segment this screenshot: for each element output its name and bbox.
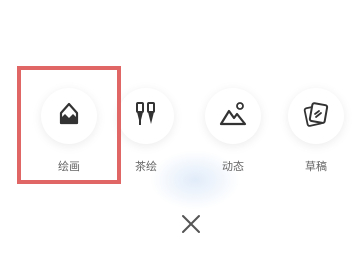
- drafts-icon-circle[interactable]: [288, 88, 344, 144]
- close-icon: [181, 214, 201, 238]
- drafts-button[interactable]: 草稿: [286, 88, 346, 174]
- post-label: 动态: [222, 160, 244, 173]
- close-button[interactable]: [179, 214, 203, 238]
- create-post-button[interactable]: 动态: [203, 88, 263, 174]
- draft-cards-icon: [302, 100, 330, 132]
- create-menu-sheet: 绘画 茶绘 动态 草稿: [0, 0, 364, 254]
- mountain-sun-icon: [219, 101, 247, 131]
- brushes-icon: [133, 100, 159, 132]
- post-icon-circle[interactable]: [205, 88, 261, 144]
- tea-painting-label: 茶绘: [135, 160, 157, 173]
- selection-highlight: [17, 66, 121, 184]
- tea-painting-icon-circle[interactable]: [118, 88, 174, 144]
- drafts-label: 草稿: [305, 160, 327, 173]
- create-tea-painting-button[interactable]: 茶绘: [116, 88, 176, 174]
